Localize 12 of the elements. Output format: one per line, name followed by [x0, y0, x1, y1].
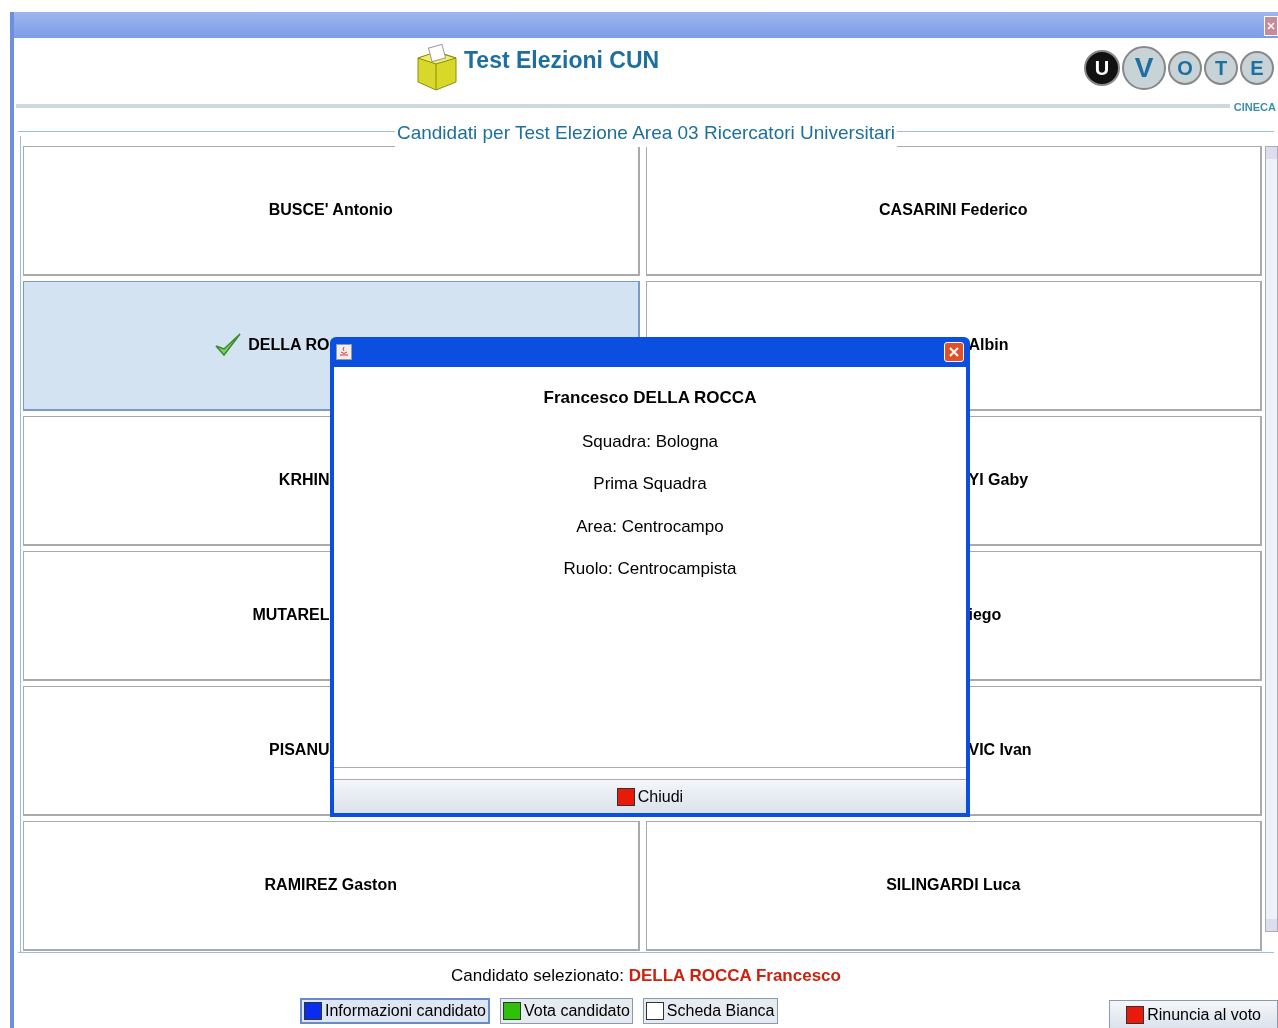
logo-letter: E: [1240, 50, 1274, 85]
logo-letter: V: [1122, 45, 1166, 90]
logo-letter: U: [1084, 49, 1120, 86]
logo-letter: O: [1168, 50, 1202, 85]
dialog-text: Ruolo: Centrocampista: [563, 558, 737, 580]
selected-candidate-text: Candidato selezionato: DELLA ROCCA Francesco: [451, 964, 841, 987]
app-title: Test Elezioni CUN: [464, 46, 660, 76]
logo-letter: T: [1204, 50, 1238, 85]
dialog-text: Prima Squadra: [593, 473, 707, 495]
dialog-text: Area: Centrocampo: [576, 515, 724, 538]
brand-label: CINECA: [1233, 99, 1276, 115]
dialog-text: Squadra: Bologna: [581, 430, 719, 453]
